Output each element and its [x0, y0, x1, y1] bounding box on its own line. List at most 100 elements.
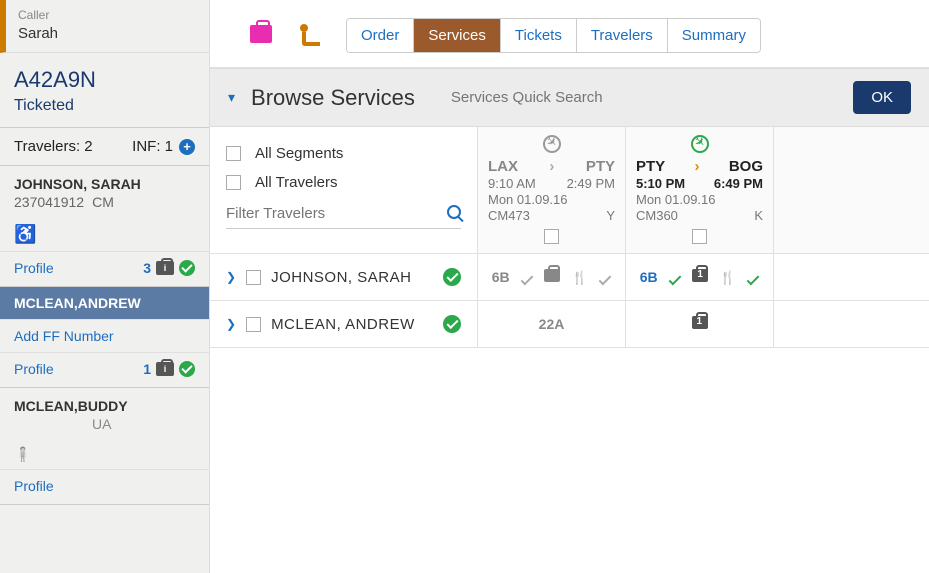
plane-icon — [636, 135, 763, 156]
tab-services[interactable]: Services — [414, 19, 501, 52]
all-segments-checkbox[interactable] — [226, 146, 241, 161]
traveler-checkbox[interactable] — [246, 270, 261, 285]
add-ff-link[interactable]: Add FF Number — [0, 319, 209, 352]
segment-header: LAX › PTY 9:10 AM 2:49 PM Mon 01.09.16 C… — [478, 127, 626, 253]
caller-name: Sarah — [18, 25, 197, 42]
bag-count: 1 — [143, 361, 151, 377]
expand-row-icon[interactable]: ❯ — [226, 317, 236, 331]
sidebar-traveler: JOHNSON, SARAH 237041912 CM Profile 3 i — [0, 166, 209, 287]
seg-flight: CM473 — [488, 208, 530, 223]
profile-link[interactable]: Profile — [14, 260, 54, 276]
seg-dep: 9:10 AM — [488, 176, 536, 191]
all-travelers-label: All Travelers — [255, 174, 338, 191]
travelers-count: Travelers: 2 — [14, 138, 93, 155]
seg-to: PTY — [586, 158, 615, 175]
sidebar-traveler: MCLEAN,BUDDY UA Profile — [0, 388, 209, 505]
travelers-count-row: Travelers: 2 INF: 1 + — [0, 128, 209, 166]
caller-label: Caller — [18, 8, 197, 22]
seg-arr: 6:49 PM — [714, 176, 763, 191]
segment-cell — [626, 301, 774, 347]
seat-icon[interactable] — [300, 24, 318, 47]
filters-column: All Segments All Travelers — [210, 127, 478, 253]
all-segments-label: All Segments — [255, 145, 343, 162]
main-panel: Order Services Tickets Travelers Summary… — [210, 0, 929, 573]
check-icon — [669, 270, 681, 285]
traveler-name-active[interactable]: MCLEAN,ANDREW — [0, 287, 209, 319]
tab-travelers[interactable]: Travelers — [577, 19, 668, 52]
tab-order[interactable]: Order — [347, 19, 414, 52]
seg-dep: 5:10 PM — [636, 176, 685, 191]
traveler-name[interactable]: JOHNSON, SARAH — [0, 166, 209, 194]
check-icon — [599, 270, 611, 285]
meal-icon — [720, 269, 736, 286]
status-ok-icon — [179, 260, 195, 276]
pnr-status: Ticketed — [14, 97, 195, 115]
segment-cell: 22A — [478, 301, 626, 347]
ok-button[interactable]: OK — [853, 81, 911, 114]
all-travelers-checkbox[interactable] — [226, 175, 241, 190]
profile-link[interactable]: Profile — [14, 478, 54, 494]
expand-row-icon[interactable]: ❯ — [226, 270, 236, 284]
traveler-ff-number: 237041912 — [14, 194, 84, 210]
services-grid-header: All Segments All Travelers LAX › PTY — [210, 127, 929, 254]
seg-date: Mon 01.09.16 — [636, 192, 763, 207]
check-icon — [521, 270, 533, 285]
check-icon — [747, 270, 759, 285]
status-ok-icon — [179, 361, 195, 377]
services-quick-search[interactable] — [431, 89, 837, 106]
traveler-name[interactable]: MCLEAN,BUDDY — [0, 388, 209, 416]
seg-flight: CM360 — [636, 208, 678, 223]
seg-arr: 2:49 PM — [567, 176, 615, 191]
seg-from: PTY — [636, 158, 665, 175]
add-infant-button[interactable]: + — [179, 139, 195, 155]
traveler-row: ❯ JOHNSON, SARAH 6B 6B — [210, 254, 929, 301]
meal-icon — [572, 269, 588, 286]
tab-summary[interactable]: Summary — [668, 19, 760, 52]
segment-cell: 6B — [478, 254, 626, 300]
seg-to: BOG — [729, 158, 763, 175]
bag-icon: i — [156, 261, 174, 275]
sidebar: Caller Sarah A42A9N Ticketed Travelers: … — [0, 0, 210, 573]
topbar: Order Services Tickets Travelers Summary — [210, 0, 929, 68]
seg-from: LAX — [488, 158, 518, 175]
profile-link[interactable]: Profile — [14, 361, 54, 377]
infant-count: INF: 1 — [132, 138, 173, 155]
seg-date: Mon 01.09.16 — [488, 192, 615, 207]
tab-tickets[interactable]: Tickets — [501, 19, 577, 52]
bag-icon: i — [156, 362, 174, 376]
traveler-row: ❯ MCLEAN, ANDREW 22A — [210, 301, 929, 348]
wheelchair-icon — [0, 218, 209, 251]
pnr-box: A42A9N Ticketed — [0, 53, 209, 128]
seg-class: Y — [606, 208, 615, 223]
traveler-carrier: CM — [92, 194, 114, 210]
caller-box: Caller Sarah — [0, 0, 209, 53]
segment-checkbox[interactable] — [692, 229, 707, 244]
seat-label: 6B — [492, 269, 510, 285]
sidebar-traveler: MCLEAN,ANDREW Add FF Number Profile 1 i — [0, 287, 209, 388]
traveler-carrier: UA — [14, 416, 111, 432]
segment-checkbox[interactable] — [544, 229, 559, 244]
segment-header: PTY › BOG 5:10 PM 6:49 PM Mon 01.09.16 C… — [626, 127, 774, 253]
seat-label: 6B — [640, 269, 658, 285]
tabs: Order Services Tickets Travelers Summary — [346, 18, 761, 53]
traveler-checkbox[interactable] — [246, 317, 261, 332]
baggage-icon[interactable] — [250, 25, 272, 46]
traveler-row-name: JOHNSON, SARAH — [271, 269, 411, 286]
arrow-icon: › — [549, 158, 554, 175]
bag-count: 3 — [143, 260, 151, 276]
traveler-row-name: MCLEAN, ANDREW — [271, 316, 415, 333]
status-ok-icon — [443, 268, 461, 286]
plane-icon — [488, 135, 615, 156]
browse-title: Browse Services — [251, 85, 415, 111]
segment-cell: 6B — [626, 254, 774, 300]
collapse-toggle-icon[interactable]: ▾ — [228, 89, 235, 106]
status-ok-icon — [443, 315, 461, 333]
bag-icon — [544, 269, 560, 285]
browse-bar: ▾ Browse Services OK — [210, 68, 929, 127]
arrow-icon: › — [695, 158, 700, 175]
filter-travelers-input[interactable] — [226, 205, 435, 222]
seg-class: K — [754, 208, 763, 223]
seat-label: 22A — [539, 316, 565, 332]
infant-icon — [0, 440, 209, 469]
search-icon[interactable] — [447, 203, 461, 224]
